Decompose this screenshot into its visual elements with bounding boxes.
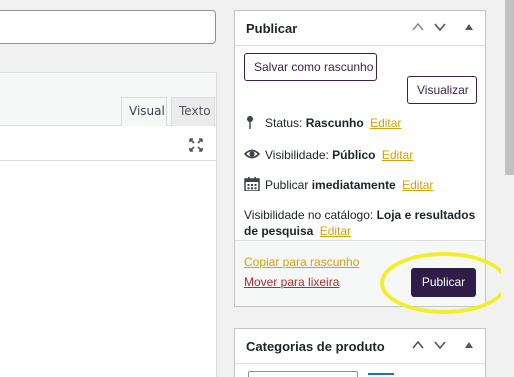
collapse-icon[interactable] xyxy=(462,20,476,34)
content-editor: Visual Texto xyxy=(0,72,217,377)
page-scrollbar-thumb[interactable] xyxy=(505,0,514,175)
publish-button[interactable]: Publicar xyxy=(411,268,476,297)
tab-visual[interactable]: Visual xyxy=(121,97,167,126)
preview-button[interactable]: Visualizar xyxy=(407,76,477,104)
category-tab-link[interactable] xyxy=(368,373,394,375)
editor-toolbar xyxy=(0,126,216,161)
publish-date-row: Publicar imediatamente Editar xyxy=(244,177,433,192)
visibility-value: Público xyxy=(332,148,376,162)
editor-tabs-bar: Visual Texto xyxy=(0,73,216,126)
catalog-visibility-label: Visibilidade no catálogo: xyxy=(244,208,374,222)
copy-to-draft-link[interactable]: Copiar para rascunho xyxy=(244,255,359,269)
move-up-icon[interactable] xyxy=(411,338,425,352)
tab-texto[interactable]: Texto xyxy=(171,97,215,126)
edit-status-link[interactable]: Editar xyxy=(370,116,401,130)
edit-catalog-visibility-link[interactable]: Editar xyxy=(320,224,351,238)
fullscreen-icon[interactable] xyxy=(188,137,204,153)
move-to-trash-link[interactable]: Mover para lixeira xyxy=(244,275,339,289)
calendar-icon xyxy=(244,177,260,191)
publish-box-title: Publicar xyxy=(246,21,298,36)
major-publishing-actions: Copiar para rascunho Mover para lixeira … xyxy=(235,240,485,306)
product-categories-box: Categorias de produto xyxy=(234,328,486,377)
status-row: Status: Rascunho Editar xyxy=(244,115,401,130)
status-label: Status: xyxy=(265,116,303,130)
pin-icon xyxy=(247,116,253,129)
visibility-row: Visibilidade: Público Editar xyxy=(244,147,413,162)
publish-box-header: Publicar xyxy=(235,11,485,46)
categories-box-header: Categorias de produto xyxy=(235,329,485,364)
publish-date-label: Publicar xyxy=(265,178,309,192)
category-tabs[interactable] xyxy=(248,371,358,377)
categories-box-title: Categorias de produto xyxy=(246,339,385,354)
edit-visibility-link[interactable]: Editar xyxy=(382,148,413,162)
publish-date-value: imediatamente xyxy=(311,178,396,192)
catalog-visibility-row: Visibilidade no catálogo: Loja e resulta… xyxy=(244,207,484,239)
eye-icon xyxy=(244,149,260,159)
save-draft-button[interactable]: Salvar como rascunho xyxy=(244,53,377,81)
move-down-icon[interactable] xyxy=(433,338,447,352)
post-title-input[interactable] xyxy=(0,10,216,44)
status-value: Rascunho xyxy=(305,116,364,130)
move-down-icon[interactable] xyxy=(433,20,447,34)
publish-box: Publicar Salvar como rascunho Visualizar… xyxy=(234,10,486,307)
collapse-icon[interactable] xyxy=(462,338,476,352)
visibility-label: Visibilidade: xyxy=(265,148,329,162)
edit-publish-date-link[interactable]: Editar xyxy=(402,178,433,192)
move-up-icon[interactable] xyxy=(411,20,425,34)
